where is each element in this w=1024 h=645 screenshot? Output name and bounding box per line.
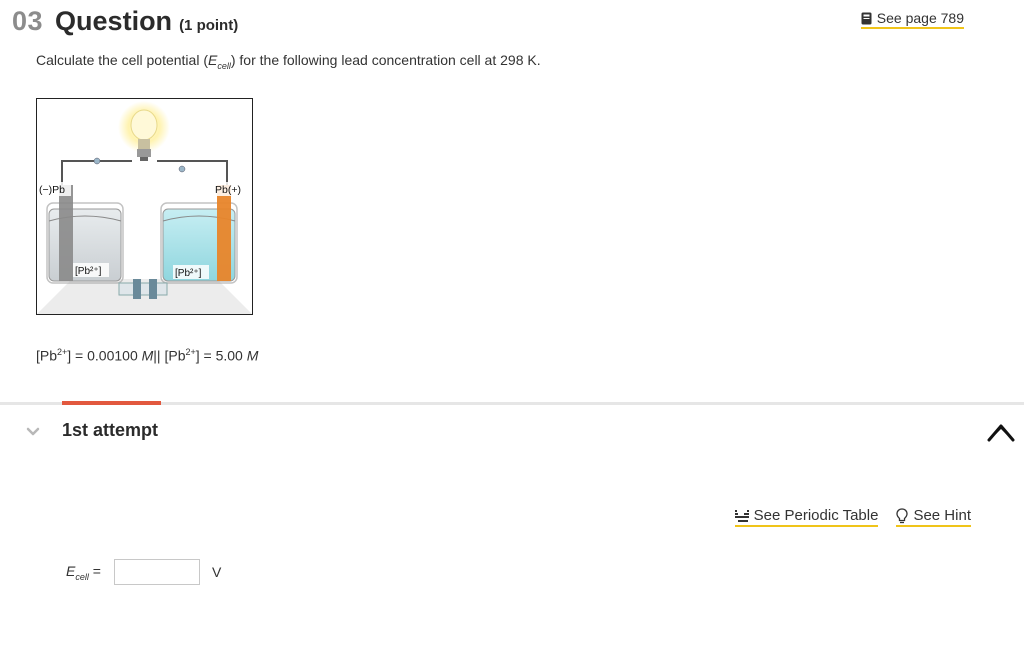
answer-symbol-sub: cell [75, 571, 89, 582]
prompt-text-post: ) for the following lead concentration c… [230, 52, 541, 68]
question-prompt: Calculate the cell potential (Ecell) for… [36, 52, 541, 71]
conc-left-unit: M [141, 347, 154, 364]
conc-left-value: ] = 0.00100 [67, 347, 142, 364]
answer-label: Ecell = [66, 563, 101, 582]
conc-left-prefix: [Pb [36, 347, 58, 364]
concentration-cell-figure: (−)Pb Pb(+) [Pb²⁺] [Pb²⁺] [36, 98, 253, 315]
see-periodic-table-link[interactable]: See Periodic Table [734, 507, 879, 527]
book-icon [861, 12, 872, 24]
conc-right-charge: 2+ [185, 347, 196, 357]
tools-bar: See Periodic Table See Hint [734, 507, 971, 527]
question-points: (1 point) [179, 17, 239, 34]
left-solution-label: [Pb²⁺] [75, 266, 102, 277]
answer-symbol: E [66, 562, 76, 579]
chevron-down-icon[interactable] [26, 424, 40, 438]
right-solution-label: [Pb²⁺] [175, 268, 202, 279]
attempt-tab-indicator [62, 401, 161, 405]
question-title: Question [55, 6, 173, 36]
attempt-header: 1st attempt [26, 420, 158, 441]
conc-left-charge: 2+ [57, 347, 68, 357]
conc-separator: || [153, 347, 161, 364]
answer-equals: = [88, 562, 101, 579]
attempt-label: 1st attempt [62, 420, 159, 440]
see-page-label: See page 789 [876, 10, 964, 26]
periodic-table-icon [734, 509, 749, 522]
lightbulb-hint-icon [896, 507, 909, 523]
see-hint-label: See Hint [913, 507, 971, 524]
prompt-text-pre: Calculate the cell potential ( [36, 52, 208, 68]
concentration-line: [Pb2+] = 0.00100 M|| [Pb2+] = 5.00 M [36, 347, 258, 364]
right-electrode-label: Pb(+) [215, 184, 241, 196]
prompt-symbol: E [208, 52, 218, 68]
question-header: 03 Question (1 point) [12, 6, 238, 37]
see-periodic-table-label: See Periodic Table [753, 507, 879, 524]
collapse-arrow-icon[interactable] [986, 420, 1016, 444]
conc-right-unit: M [246, 347, 259, 364]
conc-right-value: ] = 5.00 [195, 347, 247, 364]
conc-right-prefix: [Pb [160, 347, 186, 364]
prompt-symbol-sub: cell [217, 60, 231, 71]
light-bulb-icon [118, 101, 170, 161]
see-hint-link[interactable]: See Hint [896, 507, 971, 527]
question-number: 03 [12, 6, 44, 36]
answer-unit: V [211, 564, 222, 580]
left-electrode-label: (−)Pb [39, 184, 65, 196]
ecell-input[interactable] [113, 559, 200, 585]
answer-row: Ecell = V [66, 559, 221, 585]
see-page-link[interactable]: See page 789 [860, 10, 964, 29]
